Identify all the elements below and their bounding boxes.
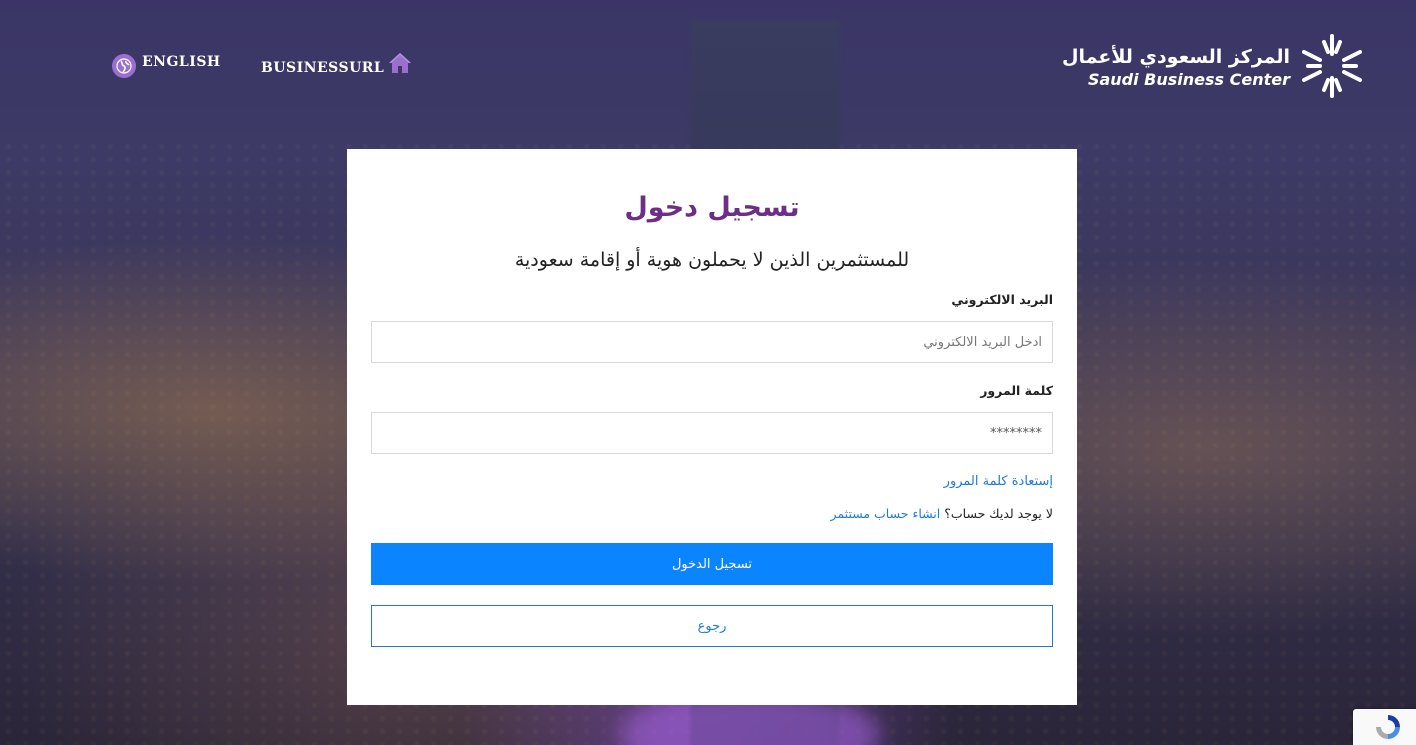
language-toggle-link[interactable]: ENGLISH bbox=[112, 54, 221, 78]
home-icon bbox=[388, 52, 412, 78]
create-account-link[interactable]: انشاء حساب مستثمر bbox=[831, 506, 941, 521]
sbc-star-logo-icon bbox=[1298, 32, 1366, 104]
globe-icon bbox=[112, 54, 136, 78]
no-account-text: لا يوجد لديك حساب؟ bbox=[944, 506, 1053, 521]
email-label: البريد الالكتروني bbox=[951, 292, 1053, 307]
password-label: كلمة المرور bbox=[980, 383, 1053, 398]
logo-arabic-text: المركز السعودي للأعمال bbox=[1062, 46, 1290, 68]
logo-text: المركز السعودي للأعمال Saudi Business Ce… bbox=[1062, 45, 1290, 91]
back-button[interactable]: رجوع bbox=[371, 605, 1053, 647]
signup-row: لا يوجد لديك حساب؟ انشاء حساب مستثمر bbox=[371, 505, 1053, 523]
business-url-link[interactable]: BUSINESSURL bbox=[261, 52, 412, 78]
sbc-logo[interactable]: المركز السعودي للأعمال Saudi Business Ce… bbox=[1062, 32, 1366, 104]
login-button[interactable]: تسجيل الدخول bbox=[371, 543, 1053, 585]
logo-english-text: Saudi Business Center bbox=[1087, 70, 1290, 89]
business-url-label: BUSINESSURL bbox=[261, 60, 385, 76]
email-field[interactable] bbox=[371, 321, 1053, 363]
page-title: تسجيل دخول bbox=[624, 192, 800, 223]
forgot-password-link[interactable]: إستعادة كلمة المرور bbox=[944, 473, 1053, 491]
login-page: ENGLISH BUSINESSURL المركز السعودي للأعم… bbox=[0, 0, 1416, 745]
password-field[interactable] bbox=[371, 412, 1053, 454]
language-label: ENGLISH bbox=[142, 54, 221, 70]
recaptcha-badge[interactable] bbox=[1353, 709, 1416, 745]
login-card: تسجيل دخول للمستثمرين الذين لا يحملون هو… bbox=[347, 149, 1077, 705]
recaptcha-icon bbox=[1373, 712, 1403, 745]
page-subtitle: للمستثمرين الذين لا يحملون هوية أو إقامة… bbox=[514, 249, 910, 271]
